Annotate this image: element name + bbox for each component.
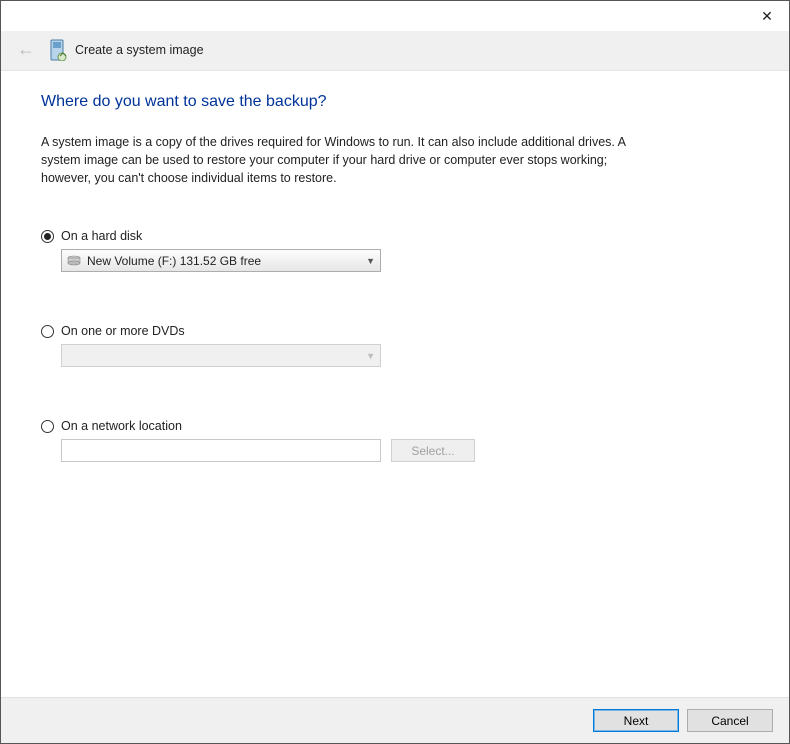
page-description: A system image is a copy of the drives r… bbox=[41, 133, 641, 187]
select-network-button: Select... bbox=[391, 439, 475, 462]
option-hard-disk-block: On a hard disk New Volume (F:) 131.52 GB… bbox=[41, 229, 749, 272]
system-image-icon bbox=[49, 39, 67, 61]
radio-dvd[interactable] bbox=[41, 325, 54, 338]
label-hard-disk: On a hard disk bbox=[61, 229, 142, 243]
drive-dropdown-value: New Volume (F:) 131.52 GB free bbox=[87, 254, 261, 268]
drive-dropdown[interactable]: New Volume (F:) 131.52 GB free ▼ bbox=[61, 249, 381, 272]
cancel-button[interactable]: Cancel bbox=[687, 709, 773, 732]
close-button[interactable]: ✕ bbox=[755, 4, 779, 28]
page-heading: Where do you want to save the backup? bbox=[41, 93, 749, 111]
option-dvd-block: On one or more DVDs ▼ bbox=[41, 324, 749, 367]
titlebar: ✕ bbox=[1, 1, 789, 31]
chevron-down-icon: ▼ bbox=[366, 351, 375, 361]
chevron-down-icon: ▼ bbox=[366, 256, 375, 266]
next-button[interactable]: Next bbox=[593, 709, 679, 732]
label-network: On a network location bbox=[61, 419, 182, 433]
network-path-input[interactable] bbox=[61, 439, 381, 462]
wizard-title: Create a system image bbox=[75, 43, 204, 57]
back-arrow-icon[interactable]: ← bbox=[11, 37, 41, 62]
radio-network[interactable] bbox=[41, 420, 54, 433]
dvd-dropdown: ▼ bbox=[61, 344, 381, 367]
radio-hard-disk[interactable] bbox=[41, 230, 54, 243]
content-area: Where do you want to save the backup? A … bbox=[1, 71, 789, 697]
option-network-block: On a network location Select... bbox=[41, 419, 749, 462]
wizard-footer: Next Cancel bbox=[1, 697, 789, 743]
label-dvd: On one or more DVDs bbox=[61, 324, 185, 338]
hard-drive-icon bbox=[66, 255, 82, 267]
wizard-header: ← Create a system image bbox=[1, 31, 789, 71]
